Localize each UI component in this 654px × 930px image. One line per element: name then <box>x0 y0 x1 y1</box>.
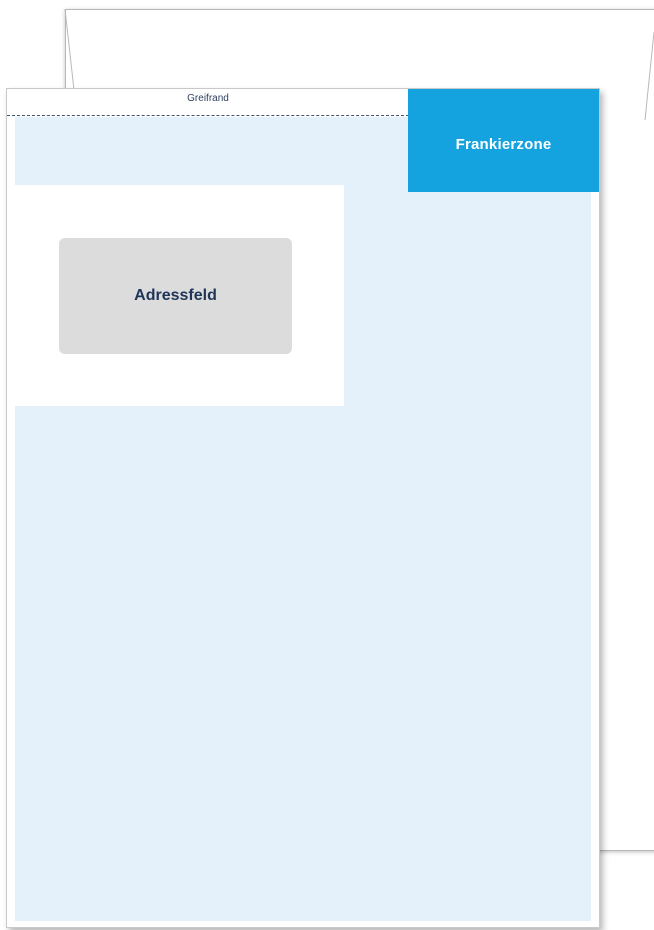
address-field-label: Adressfeld <box>134 287 217 304</box>
address-field: Adressfeld <box>59 238 292 354</box>
front-envelope: Greifrand Adressfeld Frankierzone <box>6 88 600 928</box>
franking-zone-label: Frankierzone <box>455 136 552 153</box>
grip-margin-label: Greifrand <box>187 93 229 104</box>
grip-margin-line <box>7 115 409 116</box>
address-window: Adressfeld <box>15 185 344 406</box>
franking-zone: Frankierzone <box>408 89 599 192</box>
